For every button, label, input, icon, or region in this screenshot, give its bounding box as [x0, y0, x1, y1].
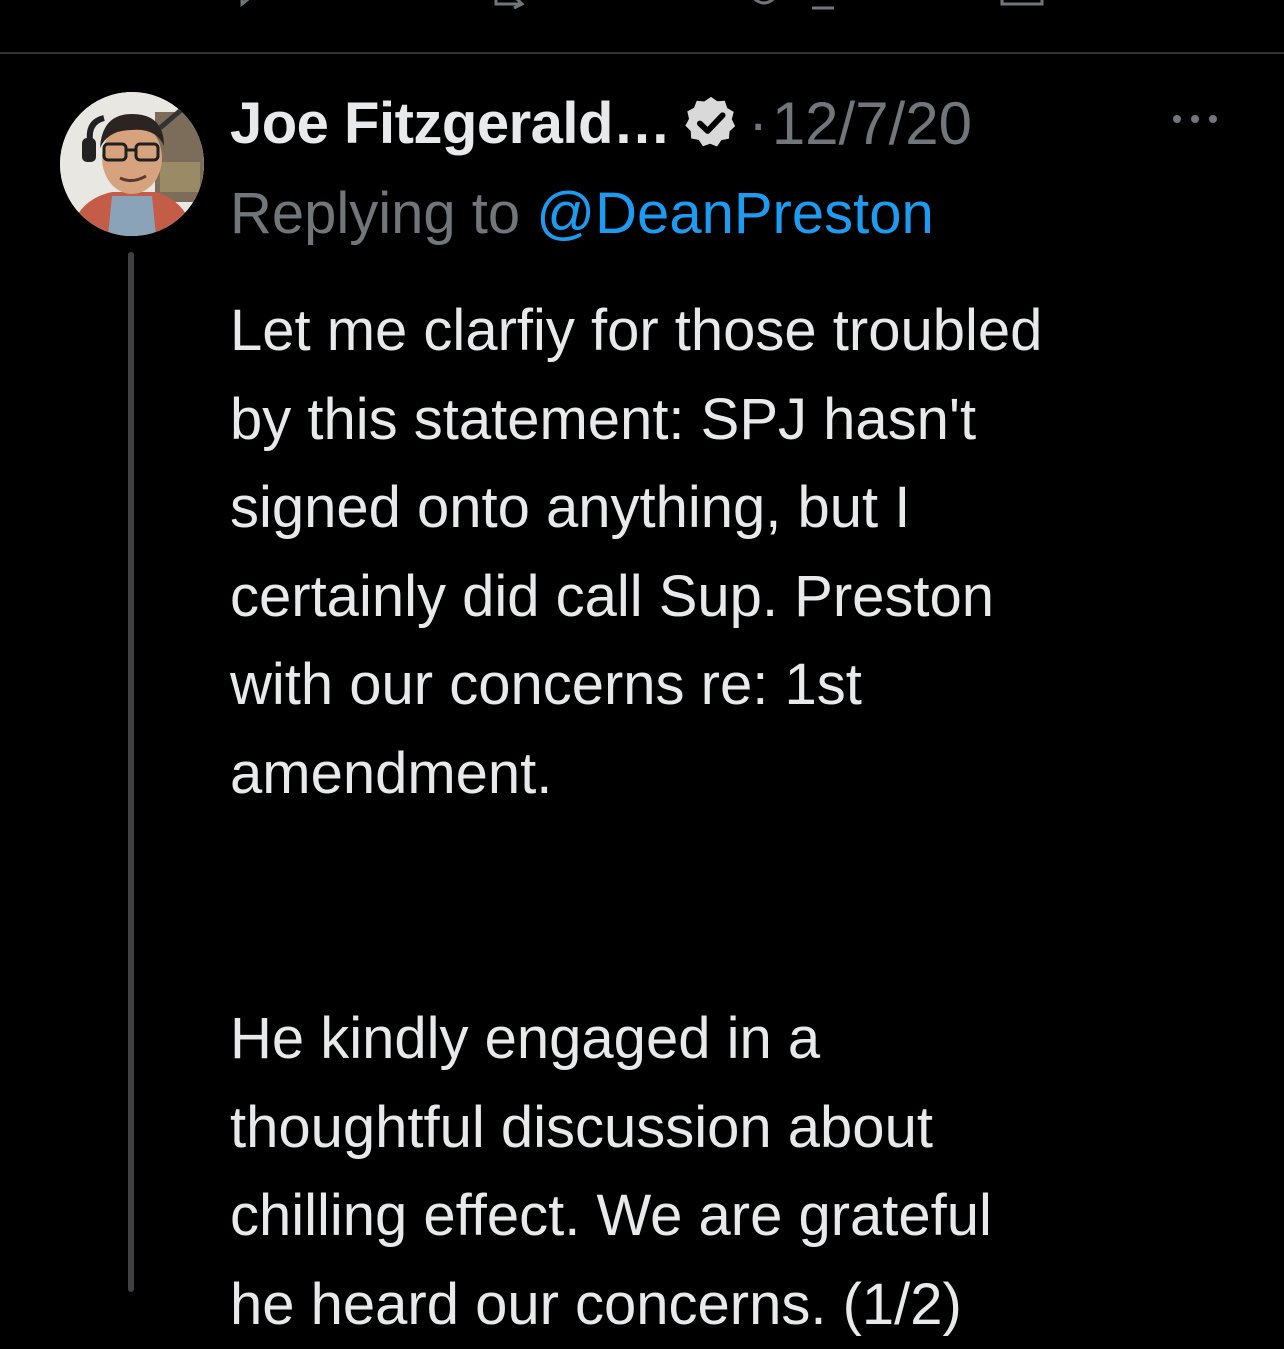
tweet-action-bar	[0, 0, 1284, 52]
retweet-icon[interactable]	[492, 0, 528, 10]
tweet-text: Let me clarfiy for those troubled by thi…	[230, 287, 1260, 1349]
tweet-header: Joe Fitzgerald… · 12/7/20	[230, 88, 972, 158]
tweet-line: Let me clarfiy for those troubled	[230, 287, 1260, 376]
author-avatar[interactable]	[60, 92, 204, 236]
timeline-divider	[0, 52, 1284, 54]
author-name[interactable]: Joe Fitzgerald…	[230, 90, 670, 157]
header-separator: ·	[748, 90, 767, 157]
paragraph-gap	[230, 818, 1260, 995]
tweet-line: certainly did call Sup. Preston	[230, 553, 1260, 642]
tweet-line: chilling effect. We are grateful	[230, 1172, 1260, 1261]
share-icon[interactable]	[1000, 0, 1036, 10]
avatar-photo	[60, 92, 204, 236]
reply-icon[interactable]	[238, 0, 274, 10]
tweet-line: by this statement: SPJ hasn't	[230, 376, 1260, 465]
tweet-line: with our concerns re: 1st	[230, 641, 1260, 730]
tweet-line: He kindly engaged in a	[230, 995, 1260, 1084]
verified-badge-icon[interactable]	[682, 94, 740, 152]
thread-line	[128, 252, 134, 1292]
replying-to: Replying to @DeanPreston	[230, 180, 934, 247]
replying-prefix: Replying to	[230, 181, 520, 246]
like-icon[interactable]	[748, 0, 784, 10]
tweet-line: signed onto anything, but I	[230, 464, 1260, 553]
tweet-line: thoughtful discussion about	[230, 1084, 1260, 1173]
replying-handle-link[interactable]: @DeanPreston	[536, 181, 933, 246]
tweet-line: amendment.	[230, 730, 1260, 819]
tweet-date[interactable]: 12/7/20	[772, 89, 972, 158]
tweet-line: he heard our concerns. (1/2)	[230, 1261, 1260, 1349]
more-options-icon[interactable]	[1168, 104, 1222, 134]
